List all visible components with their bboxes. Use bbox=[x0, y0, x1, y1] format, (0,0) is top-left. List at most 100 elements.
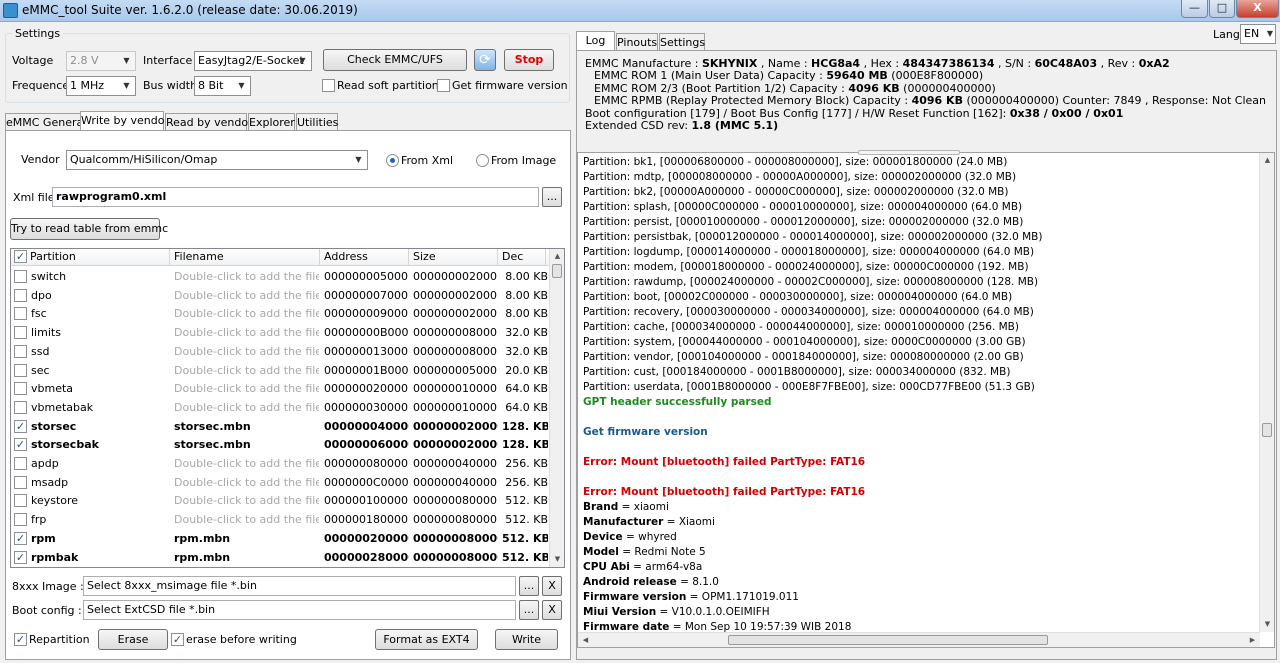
log-output[interactable]: Partition: bk1, [000006800000 - 00000800… bbox=[577, 152, 1275, 648]
log-scrollbar[interactable]: ▲ ▼ bbox=[1259, 153, 1274, 632]
table-row[interactable]: ✓ storsec storsec.mbn 000000040000 000000020… bbox=[11, 417, 554, 436]
row-checkbox[interactable] bbox=[14, 288, 27, 302]
splitter-handle[interactable] bbox=[858, 150, 960, 155]
filename-cell[interactable]: storsec.mbn bbox=[174, 417, 319, 436]
row-checkbox[interactable] bbox=[14, 475, 27, 489]
filename-cell[interactable]: Double-click to add the file bbox=[174, 398, 319, 417]
header-size[interactable]: Size bbox=[409, 249, 498, 266]
tab-read-by-vendor[interactable]: Read by vendor bbox=[165, 113, 253, 131]
erase-before-writing-checkbox[interactable]: ✓ bbox=[171, 633, 184, 646]
row-checkbox[interactable] bbox=[14, 457, 27, 470]
row-checkbox[interactable] bbox=[14, 326, 27, 340]
table-row[interactable]: ✓ rpmbak rpm.mbn 000000280000 000000080000 51… bbox=[11, 548, 554, 567]
table-row[interactable]: apdp Double-click to add the file 00000008… bbox=[11, 454, 554, 473]
write-button[interactable]: Write bbox=[495, 629, 558, 650]
scroll-thumb[interactable] bbox=[1262, 423, 1272, 437]
scroll-thumb[interactable] bbox=[728, 635, 1048, 645]
filename-cell[interactable]: Double-click to add the file bbox=[174, 510, 319, 529]
table-row[interactable]: switch Double-click to add the file 000000… bbox=[11, 267, 554, 286]
table-row[interactable]: msadp Double-click to add the file 0000000… bbox=[11, 473, 554, 492]
scroll-down-icon[interactable]: ▼ bbox=[1260, 617, 1274, 632]
row-checkbox[interactable] bbox=[14, 400, 27, 414]
minimize-button[interactable]: — bbox=[1181, 0, 1208, 18]
scroll-left-icon[interactable]: ◀ bbox=[578, 633, 593, 648]
tab-write-by-vendor[interactable]: Write by vendor bbox=[80, 111, 169, 131]
tab-log[interactable]: Log bbox=[576, 31, 615, 51]
table-row[interactable]: fsc Double-click to add the file 000000009… bbox=[11, 304, 554, 323]
filename-cell[interactable]: Double-click to add the file bbox=[174, 361, 319, 380]
row-checkbox[interactable]: ✓ bbox=[14, 438, 27, 452]
close-button[interactable]: X bbox=[1236, 0, 1279, 18]
check-emmc-button[interactable]: Check EMMC/UFS bbox=[323, 49, 467, 71]
try-read-table-button[interactable]: Try to read table from emmc bbox=[10, 218, 168, 240]
boot-config-clear-button[interactable]: X bbox=[542, 600, 562, 620]
row-checkbox[interactable]: ✓ bbox=[14, 531, 27, 545]
row-checkbox[interactable] bbox=[14, 344, 27, 358]
table-row[interactable]: vbmetabak Double-click to add the file 000… bbox=[11, 398, 554, 417]
table-row[interactable]: ✓ storsecbak storsec.mbn 000000060000 000000… bbox=[11, 435, 554, 454]
boot-config-browse-button[interactable]: ... bbox=[519, 600, 539, 620]
erase-button[interactable]: Erase bbox=[98, 629, 168, 650]
filename-cell[interactable]: Double-click to add the file bbox=[174, 379, 319, 398]
filename-cell[interactable]: Double-click to add the file bbox=[174, 473, 319, 492]
header-partition-cell[interactable]: ✓ Partition bbox=[11, 249, 170, 266]
header-address[interactable]: Address bbox=[320, 249, 409, 266]
maximize-button[interactable]: □ bbox=[1209, 0, 1235, 18]
scroll-down-icon[interactable]: ▼ bbox=[550, 552, 564, 567]
row-checkbox[interactable]: ✓ bbox=[14, 419, 27, 433]
xml-browse-button[interactable]: ... bbox=[542, 187, 562, 207]
refresh-icon[interactable]: ⟳ bbox=[474, 49, 496, 71]
tab-emmc-general[interactable]: eMMC General bbox=[5, 113, 86, 131]
filename-cell[interactable]: storsec.mbn bbox=[174, 435, 319, 454]
lang-select[interactable]: EN ▼ bbox=[1240, 24, 1276, 44]
vendor-select[interactable]: Qualcomm/HiSilicon/Omap ▼ bbox=[66, 150, 368, 170]
table-row[interactable]: frp Double-click to add the file 000000180… bbox=[11, 510, 554, 529]
header-filename[interactable]: Filename bbox=[170, 249, 320, 266]
image-8xxx-clear-button[interactable]: X bbox=[542, 576, 562, 596]
row-checkbox[interactable] bbox=[14, 382, 27, 396]
scroll-up-icon[interactable]: ▲ bbox=[550, 249, 564, 264]
tab-explorer[interactable]: Explorer bbox=[248, 113, 295, 131]
image-8xxx-input[interactable]: Select 8xxx_msimage file *.bin bbox=[83, 576, 516, 596]
frequence-select[interactable]: 1 MHz ▼ bbox=[66, 76, 136, 96]
voltage-select[interactable]: 2.8 V ▼ bbox=[66, 51, 136, 71]
row-checkbox[interactable]: ✓ bbox=[14, 550, 27, 564]
filename-cell[interactable]: Double-click to add the file bbox=[174, 454, 319, 473]
row-checkbox[interactable] bbox=[14, 513, 27, 527]
table-row[interactable]: dpo Double-click to add the file 000000007… bbox=[11, 286, 554, 305]
stop-button[interactable]: Stop bbox=[504, 49, 554, 71]
tab-utilities[interactable]: Utilities bbox=[296, 113, 338, 131]
xml-file-input[interactable]: rawprogram0.xml bbox=[52, 187, 539, 207]
from-xml-radio[interactable] bbox=[386, 154, 399, 167]
table-row[interactable]: ✓ rpm rpm.mbn 000000200000 000000080000 512. … bbox=[11, 529, 554, 548]
row-checkbox[interactable] bbox=[14, 270, 27, 283]
filename-cell[interactable]: rpm.mbn bbox=[174, 529, 319, 548]
row-checkbox[interactable] bbox=[14, 494, 27, 508]
scroll-thumb[interactable] bbox=[552, 264, 562, 278]
tab-settings[interactable]: Settings bbox=[659, 33, 705, 51]
get-firmware-checkbox[interactable] bbox=[437, 79, 450, 92]
format-ext4-button[interactable]: Format as EXT4 bbox=[375, 629, 478, 650]
select-all-checkbox[interactable]: ✓ bbox=[14, 250, 27, 263]
table-row[interactable]: sec Double-click to add the file 00000001B… bbox=[11, 361, 554, 380]
filename-cell[interactable]: rpm.mbn bbox=[174, 548, 319, 567]
table-row[interactable]: ssd Double-click to add the file 000000013… bbox=[11, 342, 554, 361]
repartition-checkbox[interactable]: ✓ bbox=[14, 633, 27, 646]
filename-cell[interactable]: Double-click to add the file bbox=[174, 491, 319, 510]
header-dec[interactable]: Dec bbox=[498, 249, 546, 266]
filename-cell[interactable]: Double-click to add the file bbox=[174, 342, 319, 361]
image-8xxx-browse-button[interactable]: ... bbox=[519, 576, 539, 596]
filename-cell[interactable]: Double-click to add the file bbox=[174, 267, 319, 286]
row-checkbox[interactable] bbox=[14, 307, 27, 321]
read-soft-partitions-checkbox[interactable] bbox=[322, 79, 335, 92]
scroll-up-icon[interactable]: ▲ bbox=[1260, 153, 1274, 168]
boot-config-input[interactable]: Select ExtCSD file *.bin bbox=[83, 600, 516, 620]
row-checkbox[interactable] bbox=[14, 363, 27, 377]
tab-pinouts[interactable]: Pinouts bbox=[616, 33, 658, 51]
table-scrollbar[interactable]: ▲ ▼ bbox=[549, 249, 564, 567]
scroll-right-icon[interactable]: ▶ bbox=[1245, 633, 1260, 648]
filename-cell[interactable]: Double-click to add the file bbox=[174, 323, 319, 342]
table-row[interactable]: limits Double-click to add the file 000000… bbox=[11, 323, 554, 342]
filename-cell[interactable]: Double-click to add the file bbox=[174, 304, 319, 323]
from-image-radio[interactable] bbox=[476, 154, 489, 167]
